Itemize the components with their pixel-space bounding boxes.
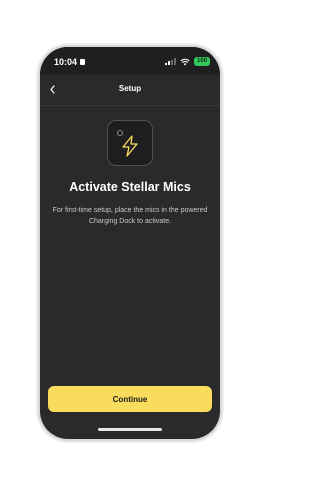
- mic-dock-icon: [107, 120, 153, 166]
- page-title: Setup: [118, 84, 142, 93]
- status-time-label: 10:04: [54, 57, 78, 67]
- activation-heading: Activate Stellar Mics: [69, 180, 191, 194]
- activation-description: For first-time setup, place the mics in …: [52, 207, 208, 225]
- status-icons: 100: [164, 57, 210, 66]
- status-bar: 10:04 100: [40, 47, 220, 75]
- home-indicator: [98, 428, 162, 431]
- sim-icon: [80, 59, 86, 65]
- phone-screen: 10:04 100 Setup Activate Stellar Mics Fo…: [40, 47, 220, 439]
- signal-icon: [164, 58, 176, 65]
- continue-button[interactable]: Continue: [48, 386, 212, 412]
- wifi-icon: [180, 58, 190, 65]
- battery-indicator: 100: [193, 57, 210, 66]
- status-time: 10:04: [54, 57, 86, 67]
- nav-bar: Setup: [40, 75, 220, 106]
- lightning-bolt-icon: [122, 135, 138, 157]
